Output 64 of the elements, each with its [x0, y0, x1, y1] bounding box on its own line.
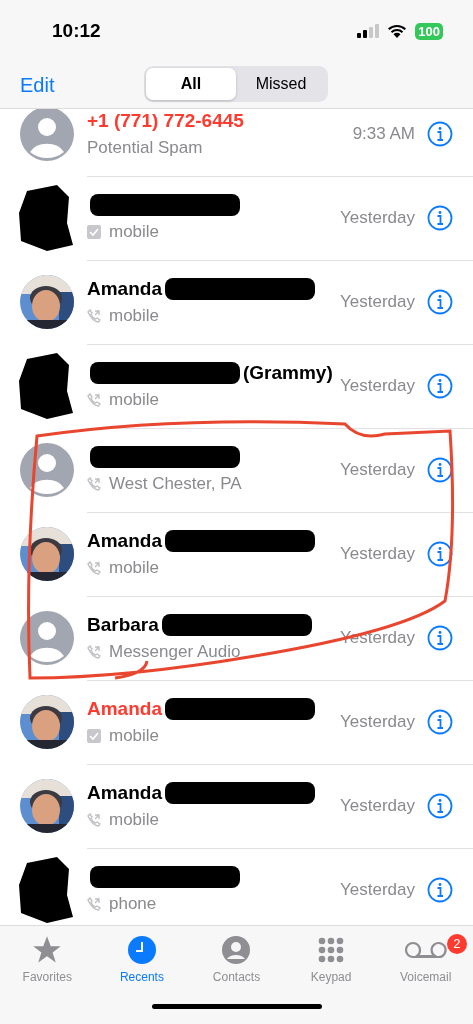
call-time: Yesterday: [340, 291, 415, 312]
caller-name: Barbara: [87, 614, 159, 636]
call-detail: mobile: [109, 726, 160, 746]
call-time: Yesterday: [340, 627, 415, 648]
phone-icon: [87, 309, 101, 323]
tab-bar-item[interactable]: Recents: [119, 934, 164, 984]
clock-icon: [126, 935, 157, 965]
call-time: Yesterday: [340, 375, 415, 396]
filter-tab[interactable]: Missed: [236, 68, 326, 100]
tab-bar-item[interactable]: Favorites: [22, 934, 72, 984]
call-detail: mobile: [109, 222, 160, 242]
phone-icon: [87, 561, 101, 575]
call-time: 9:33 AM: [352, 123, 415, 144]
phone-icon: [87, 393, 101, 407]
call-time: Yesterday: [340, 459, 415, 480]
call-time: Yesterday: [340, 795, 415, 816]
info-icon[interactable]: [427, 456, 453, 483]
info-icon[interactable]: [427, 624, 453, 651]
call-time: Yesterday: [340, 711, 415, 732]
caller-name: +1 (771) 772-6445: [87, 110, 244, 132]
call-detail: Messenger Audio: [109, 642, 241, 662]
caller-name: (Grammy): [243, 362, 333, 384]
battery-level: 100: [415, 22, 443, 40]
edit-button[interactable]: Edit: [20, 73, 55, 97]
info-icon[interactable]: [427, 372, 453, 399]
filter-tab[interactable]: All: [146, 68, 236, 100]
caller-name: Amanda: [87, 698, 162, 720]
call-time: Yesterday: [340, 207, 415, 228]
star-icon: [32, 935, 63, 965]
info-icon[interactable]: [427, 204, 453, 231]
info-icon[interactable]: [427, 792, 453, 819]
voicemail-icon: [403, 940, 448, 960]
info-icon[interactable]: [427, 120, 453, 147]
call-time: Yesterday: [340, 879, 415, 900]
info-icon[interactable]: [427, 540, 453, 567]
phone-icon: [87, 813, 101, 827]
call-detail: mobile: [109, 390, 160, 410]
info-icon[interactable]: [427, 288, 453, 315]
checkbox-icon: [87, 225, 101, 239]
wifi-icon: [387, 24, 408, 38]
call-detail: West Chester, PA: [109, 474, 242, 494]
call-detail: mobile: [109, 810, 160, 830]
notification-badge: 2: [446, 934, 467, 954]
phone-icon: [87, 477, 101, 491]
caller-name: Amanda: [87, 530, 162, 552]
signal-icon: [357, 24, 380, 38]
phone-icon: [87, 645, 101, 659]
call-detail: phone: [109, 894, 157, 914]
checkbox-icon: [87, 729, 101, 743]
avatar-placeholder-icon: [18, 442, 75, 498]
call-detail: Potential Spam: [87, 138, 203, 158]
avatar-placeholder-icon: [18, 610, 75, 666]
caller-name: Amanda: [87, 278, 162, 300]
tab-bar-item[interactable]: Contacts: [212, 934, 261, 984]
info-icon[interactable]: [427, 708, 453, 735]
status-time: 10:12: [52, 20, 101, 42]
tab-bar-item[interactable]: Keypad: [310, 934, 352, 984]
phone-icon: [87, 897, 101, 911]
call-time: Yesterday: [340, 543, 415, 564]
contact-icon: [221, 935, 252, 965]
call-detail: mobile: [109, 558, 160, 578]
call-detail: mobile: [109, 306, 160, 326]
info-icon[interactable]: [427, 876, 453, 903]
caller-name: Amanda: [87, 782, 162, 804]
